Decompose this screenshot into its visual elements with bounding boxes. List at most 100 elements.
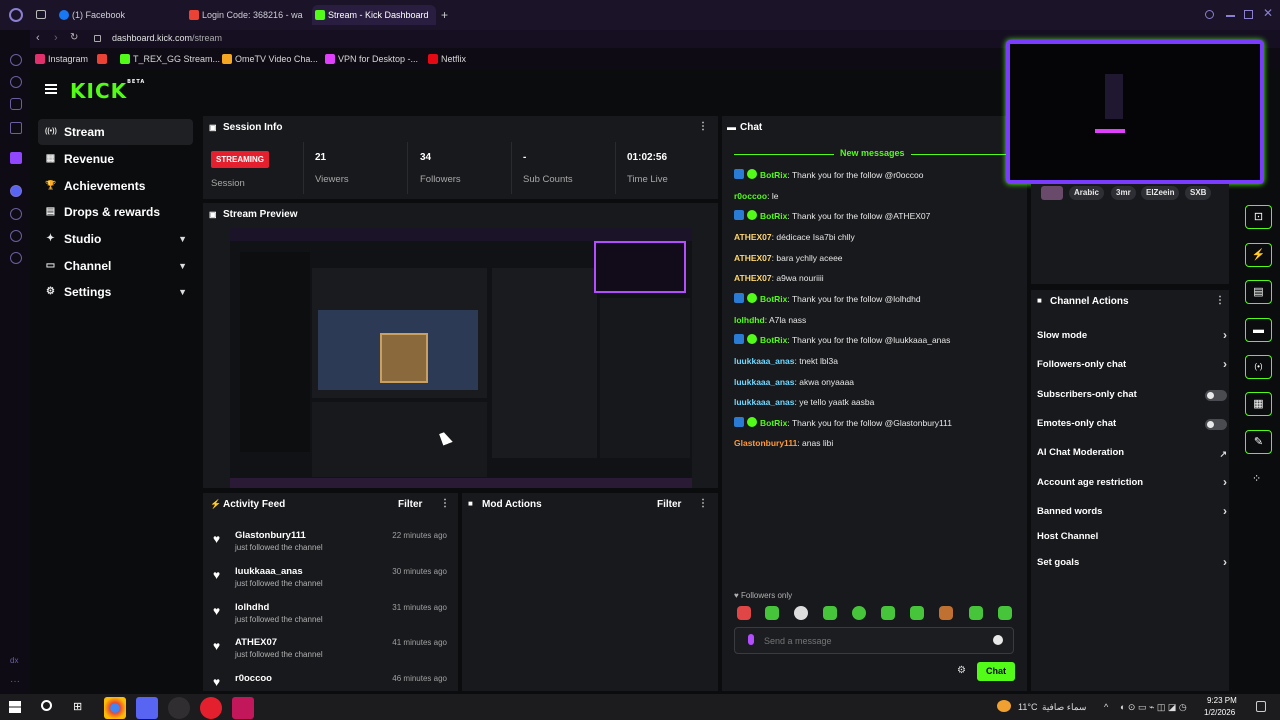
new-tab-button[interactable]: + bbox=[441, 8, 448, 22]
menu-icon[interactable] bbox=[45, 84, 57, 94]
mod-menu-icon[interactable]: ⋮ bbox=[698, 498, 708, 509]
tray-icons[interactable]: ◐ ⊙ ▭ ⌁ ◫ ◪ ◷ bbox=[1120, 702, 1187, 713]
action-subscribers-only[interactable]: Subscribers-only chat bbox=[1037, 388, 1227, 402]
action-ai-moderation[interactable]: AI Chat Moderation ↗ bbox=[1037, 446, 1227, 460]
back-icon[interactable]: ‹ bbox=[36, 32, 40, 44]
chat-settings-icon[interactable]: ⚙ bbox=[957, 665, 966, 676]
maximize-icon[interactable] bbox=[1244, 10, 1253, 19]
list-item[interactable]: ♥ Glastonbury111 just followed the channel… bbox=[207, 528, 457, 562]
sidebar-ellipsis-icon[interactable]: ··· bbox=[10, 676, 20, 687]
emotes-only-toggle[interactable] bbox=[1205, 419, 1227, 430]
nav-channel[interactable]: ▭ Channel ▼ bbox=[38, 253, 193, 279]
chrome-icon[interactable] bbox=[104, 697, 126, 719]
emote-frog-icon[interactable] bbox=[823, 606, 837, 620]
discord-side-icon[interactable] bbox=[10, 185, 22, 197]
app-icon[interactable] bbox=[232, 697, 254, 719]
tag-sxb[interactable]: SXB bbox=[1185, 186, 1212, 200]
emote-smile-icon[interactable] bbox=[910, 606, 924, 620]
list-item[interactable]: ♥ lolhdhd just followed the channel 31 minu… bbox=[207, 600, 457, 634]
extensions-icon[interactable] bbox=[10, 230, 22, 242]
chat-message[interactable]: Glastonbury111: anas libi bbox=[734, 437, 1019, 449]
chat-message[interactable]: BotRix: Thank you for the follow @r0occo… bbox=[734, 169, 1019, 181]
broadcast-toggle-icon[interactable]: (•) bbox=[1245, 355, 1272, 379]
action-emotes-only[interactable]: Emotes-only chat bbox=[1037, 417, 1227, 431]
task-view-icon[interactable]: ⊞ bbox=[73, 700, 82, 713]
twitch-side-icon[interactable] bbox=[10, 152, 22, 164]
bookmark-instagram[interactable]: Instagram bbox=[35, 53, 88, 65]
webcam-overlay[interactable] bbox=[1006, 40, 1264, 184]
list-item[interactable]: ♥ luukkaaa_anas just followed the channel 3… bbox=[207, 564, 457, 598]
url-field[interactable]: dashboard.kick.com/stream bbox=[112, 33, 222, 43]
action-slow-mode[interactable]: Slow mode › bbox=[1037, 328, 1227, 343]
close-icon[interactable]: ✕ bbox=[1263, 6, 1273, 20]
tab-gmail[interactable]: Login Code: 368216 - wa bbox=[186, 6, 304, 24]
layout-icon[interactable]: ▦ bbox=[1245, 392, 1272, 416]
bookmark-vpn[interactable]: VPN for Desktop -... bbox=[325, 53, 418, 65]
tray-chevron-icon[interactable]: ^ bbox=[1104, 702, 1108, 712]
emote-ghost-icon[interactable] bbox=[794, 606, 808, 620]
obs-icon[interactable] bbox=[168, 697, 190, 719]
quick-action-icon[interactable]: ⚡ bbox=[1245, 243, 1272, 267]
tab-overview-icon[interactable] bbox=[36, 10, 46, 19]
aria-icon[interactable] bbox=[10, 54, 22, 66]
opera-logo-icon[interactable] bbox=[9, 8, 23, 22]
tag-arabic[interactable]: Arabic bbox=[1069, 186, 1104, 200]
bookmark-netflix[interactable]: Netflix bbox=[428, 53, 466, 65]
subscribers-only-toggle[interactable] bbox=[1205, 390, 1227, 401]
mail-side-icon[interactable] bbox=[10, 122, 22, 134]
chat-message[interactable]: BotRix: Thank you for the follow @lolhdh… bbox=[734, 293, 1019, 305]
chat-message[interactable]: lolhdhd: A7la nass bbox=[734, 314, 1019, 326]
notifications-icon[interactable] bbox=[1256, 701, 1266, 712]
nav-stream[interactable]: ((•)) Stream bbox=[38, 119, 193, 145]
emote-burger-icon[interactable] bbox=[939, 606, 953, 620]
notes-icon[interactable]: ▤ bbox=[1245, 280, 1272, 304]
preview-toggle-icon[interactable]: ⊡ bbox=[1245, 205, 1272, 229]
stream-preview-video[interactable] bbox=[230, 228, 692, 488]
emoji-picker-icon[interactable] bbox=[993, 635, 1003, 645]
list-item[interactable]: ♥ ATHEX07 just followed the channel 41 minu… bbox=[207, 635, 457, 669]
nav-drops-rewards[interactable]: ▤ Drops & rewards bbox=[38, 199, 193, 225]
tab-kick-dashboard[interactable]: Stream - Kick Dashboard bbox=[312, 5, 436, 25]
discord-icon[interactable] bbox=[136, 697, 158, 719]
search-icon[interactable] bbox=[1205, 10, 1214, 19]
nav-settings[interactable]: ⚙ Settings ▼ bbox=[38, 279, 193, 305]
bookmark-trex-stream[interactable]: T_REX_GG Stream... bbox=[120, 53, 220, 65]
history-icon[interactable] bbox=[10, 208, 22, 220]
minimize-icon[interactable] bbox=[1226, 15, 1235, 17]
tab-facebook[interactable]: (1) Facebook bbox=[56, 6, 176, 24]
microphone-icon[interactable] bbox=[748, 634, 754, 645]
activity-filter-button[interactable]: Filter bbox=[398, 499, 422, 510]
chat-message[interactable]: luukkaaa_anas: akwa onyaaaa bbox=[734, 376, 1019, 388]
tools-icon[interactable]: ✎ bbox=[1245, 430, 1272, 454]
chat-send-button[interactable]: Chat bbox=[977, 662, 1015, 681]
chat-toggle-icon[interactable]: ▬ bbox=[1245, 318, 1272, 342]
chat-message[interactable]: BotRix: Thank you for the follow @Glasto… bbox=[734, 417, 1019, 429]
mod-filter-button[interactable]: Filter bbox=[657, 499, 681, 510]
activity-menu-icon[interactable]: ⋮ bbox=[440, 498, 450, 509]
reload-icon[interactable]: ↻ bbox=[70, 32, 78, 43]
tag-3mr[interactable]: 3mr bbox=[1111, 186, 1136, 200]
chat-message[interactable]: ATHEX07: dédicace Isa7bi chlly bbox=[734, 231, 1019, 243]
session-menu-icon[interactable]: ⋮ bbox=[698, 121, 708, 132]
emote-kick-icon[interactable] bbox=[765, 606, 779, 620]
emote-grin-icon[interactable] bbox=[969, 606, 983, 620]
opera-gx-icon[interactable] bbox=[200, 697, 222, 719]
messenger-icon[interactable] bbox=[10, 76, 22, 88]
kick-logo[interactable]: KICKBETA bbox=[70, 79, 145, 103]
list-item[interactable]: ♥ r0occoo 46 minutes ago bbox=[207, 671, 457, 691]
nav-achievements[interactable]: 🏆 Achievements bbox=[38, 173, 193, 199]
action-account-age[interactable]: Account age restriction › bbox=[1037, 475, 1227, 490]
nav-studio[interactable]: ✦ Studio ▼ bbox=[38, 226, 193, 252]
chat-message[interactable]: BotRix: Thank you for the follow @ATHEX0… bbox=[734, 210, 1019, 222]
forward-icon[interactable]: › bbox=[54, 32, 58, 44]
sidebar-more-icon[interactable]: dx bbox=[10, 656, 18, 665]
chat-message[interactable]: BotRix: Thank you for the follow @luukka… bbox=[734, 334, 1019, 346]
instagram-side-icon[interactable] bbox=[10, 98, 22, 110]
chat-message[interactable]: ATHEX07: bara ychlly aceee bbox=[734, 252, 1019, 264]
channel-actions-menu-icon[interactable]: ⋮ bbox=[1215, 295, 1225, 306]
emote-angry-icon[interactable] bbox=[737, 606, 751, 620]
taskbar-search-icon[interactable] bbox=[41, 700, 52, 711]
chat-message-input[interactable] bbox=[764, 632, 984, 649]
chat-message[interactable]: ATHEX07: a9wa nouriiii bbox=[734, 272, 1019, 284]
emote-laugh-icon[interactable] bbox=[998, 606, 1012, 620]
